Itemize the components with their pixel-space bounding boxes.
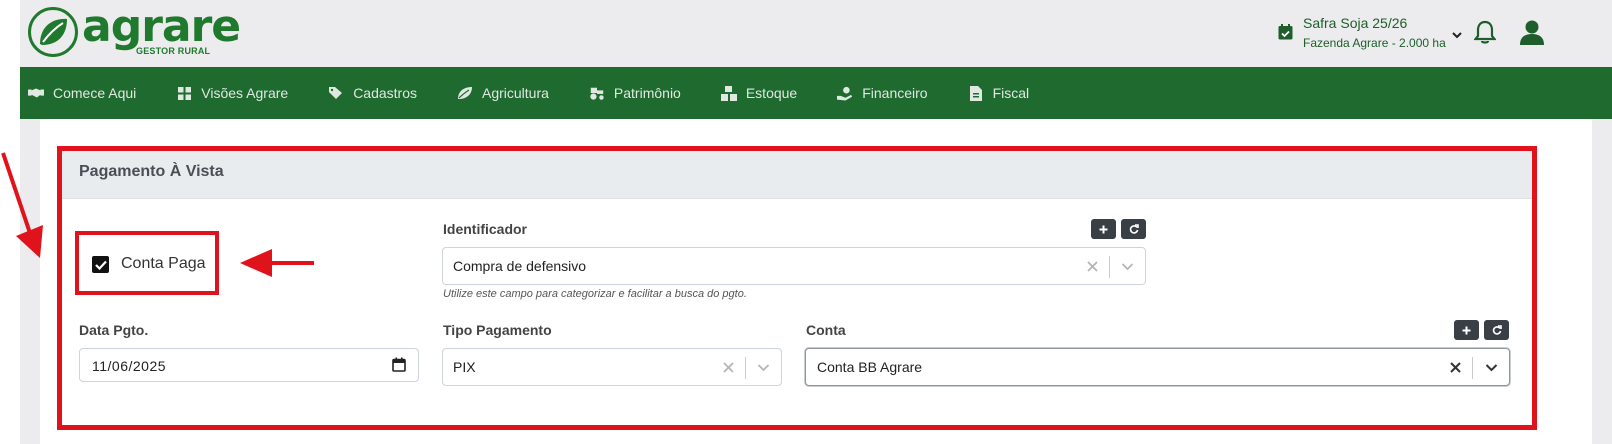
tipo-pagamento-label: Tipo Pagamento — [443, 322, 552, 338]
calendar-check-icon — [1278, 24, 1293, 45]
plus-icon — [1099, 225, 1108, 233]
chevron-down-icon[interactable] — [754, 358, 772, 376]
identificador-value: Compra de defensivo — [453, 258, 587, 274]
nav-label: Estoque — [745, 85, 798, 101]
nav-label: Financeiro — [862, 85, 928, 101]
bell-icon[interactable] — [1473, 19, 1497, 50]
conta-label: Conta — [806, 322, 846, 338]
nav-item-financeiro[interactable]: Financeiro — [837, 85, 928, 101]
select-separator — [1109, 256, 1110, 278]
conta-select[interactable]: Conta BB Agrare — [805, 348, 1510, 386]
nav-item-estoque[interactable]: Estoque — [720, 85, 798, 101]
select-separator — [745, 357, 746, 379]
nav-item-fiscal[interactable]: Fiscal — [968, 85, 1030, 101]
identificador-hint: Utilize este campo para categorizar e fa… — [443, 288, 747, 300]
nav-item-cadastros[interactable]: Cadastros — [328, 85, 417, 101]
refresh-icon — [1129, 224, 1139, 234]
data-pgto-input[interactable]: 11/06/2025 — [79, 348, 419, 382]
nav-label: Cadastros — [353, 85, 417, 101]
chevron-down-icon[interactable] — [1482, 358, 1500, 376]
clear-icon[interactable] — [719, 358, 737, 376]
nav-label: Patrimônio — [613, 85, 681, 101]
nav-label: Agricultura — [482, 85, 549, 101]
safra-title: Safra Soja 25/26 — [1303, 15, 1408, 31]
refresh-identificador-button[interactable] — [1121, 219, 1146, 239]
invoice-icon — [968, 85, 984, 101]
chevron-down-icon — [1452, 26, 1462, 44]
identificador-label: Identificador — [443, 221, 528, 237]
tipo-pagamento-select[interactable]: PIX — [442, 348, 782, 386]
tipo-pagamento-value: PIX — [453, 359, 476, 375]
refresh-conta-button[interactable] — [1484, 320, 1509, 340]
identificador-select[interactable]: Compra de defensivo — [442, 247, 1146, 285]
safra-selector[interactable]: Safra Soja 25/26 Fazenda Agrare - 2.000 … — [1278, 14, 1462, 52]
arrow-down-left-icon — [1, 152, 43, 258]
tags-icon — [328, 85, 344, 101]
data-pgto-value: 11/06/2025 — [92, 358, 167, 374]
select-separator — [1472, 357, 1473, 379]
plus-icon — [1462, 326, 1471, 334]
user-avatar-icon[interactable] — [1518, 18, 1546, 51]
nav-item-patrimonio[interactable]: Patrimônio — [589, 85, 681, 101]
calendar-icon[interactable] — [392, 357, 406, 377]
data-pgto-label: Data Pgto. — [79, 322, 149, 338]
chevron-down-icon[interactable] — [1118, 257, 1136, 275]
refresh-icon — [1492, 325, 1502, 335]
leaf-icon — [457, 85, 473, 101]
clear-icon[interactable] — [1446, 358, 1464, 376]
arrow-left-icon — [240, 249, 314, 277]
annotation-arrows — [1, 152, 314, 277]
nav-label: Fiscal — [992, 85, 1030, 101]
add-identificador-button[interactable] — [1091, 219, 1116, 239]
fazenda-label: Fazenda Agrare - 2.000 ha — [1303, 36, 1446, 50]
conta-value: Conta BB Agrare — [817, 359, 923, 375]
nav-item-agricultura[interactable]: Agricultura — [457, 85, 549, 101]
hand-dollar-icon — [837, 85, 853, 101]
boxes-icon — [720, 85, 737, 101]
clear-icon[interactable] — [1083, 257, 1101, 275]
add-conta-button[interactable] — [1454, 320, 1479, 340]
tractor-icon — [589, 85, 605, 101]
